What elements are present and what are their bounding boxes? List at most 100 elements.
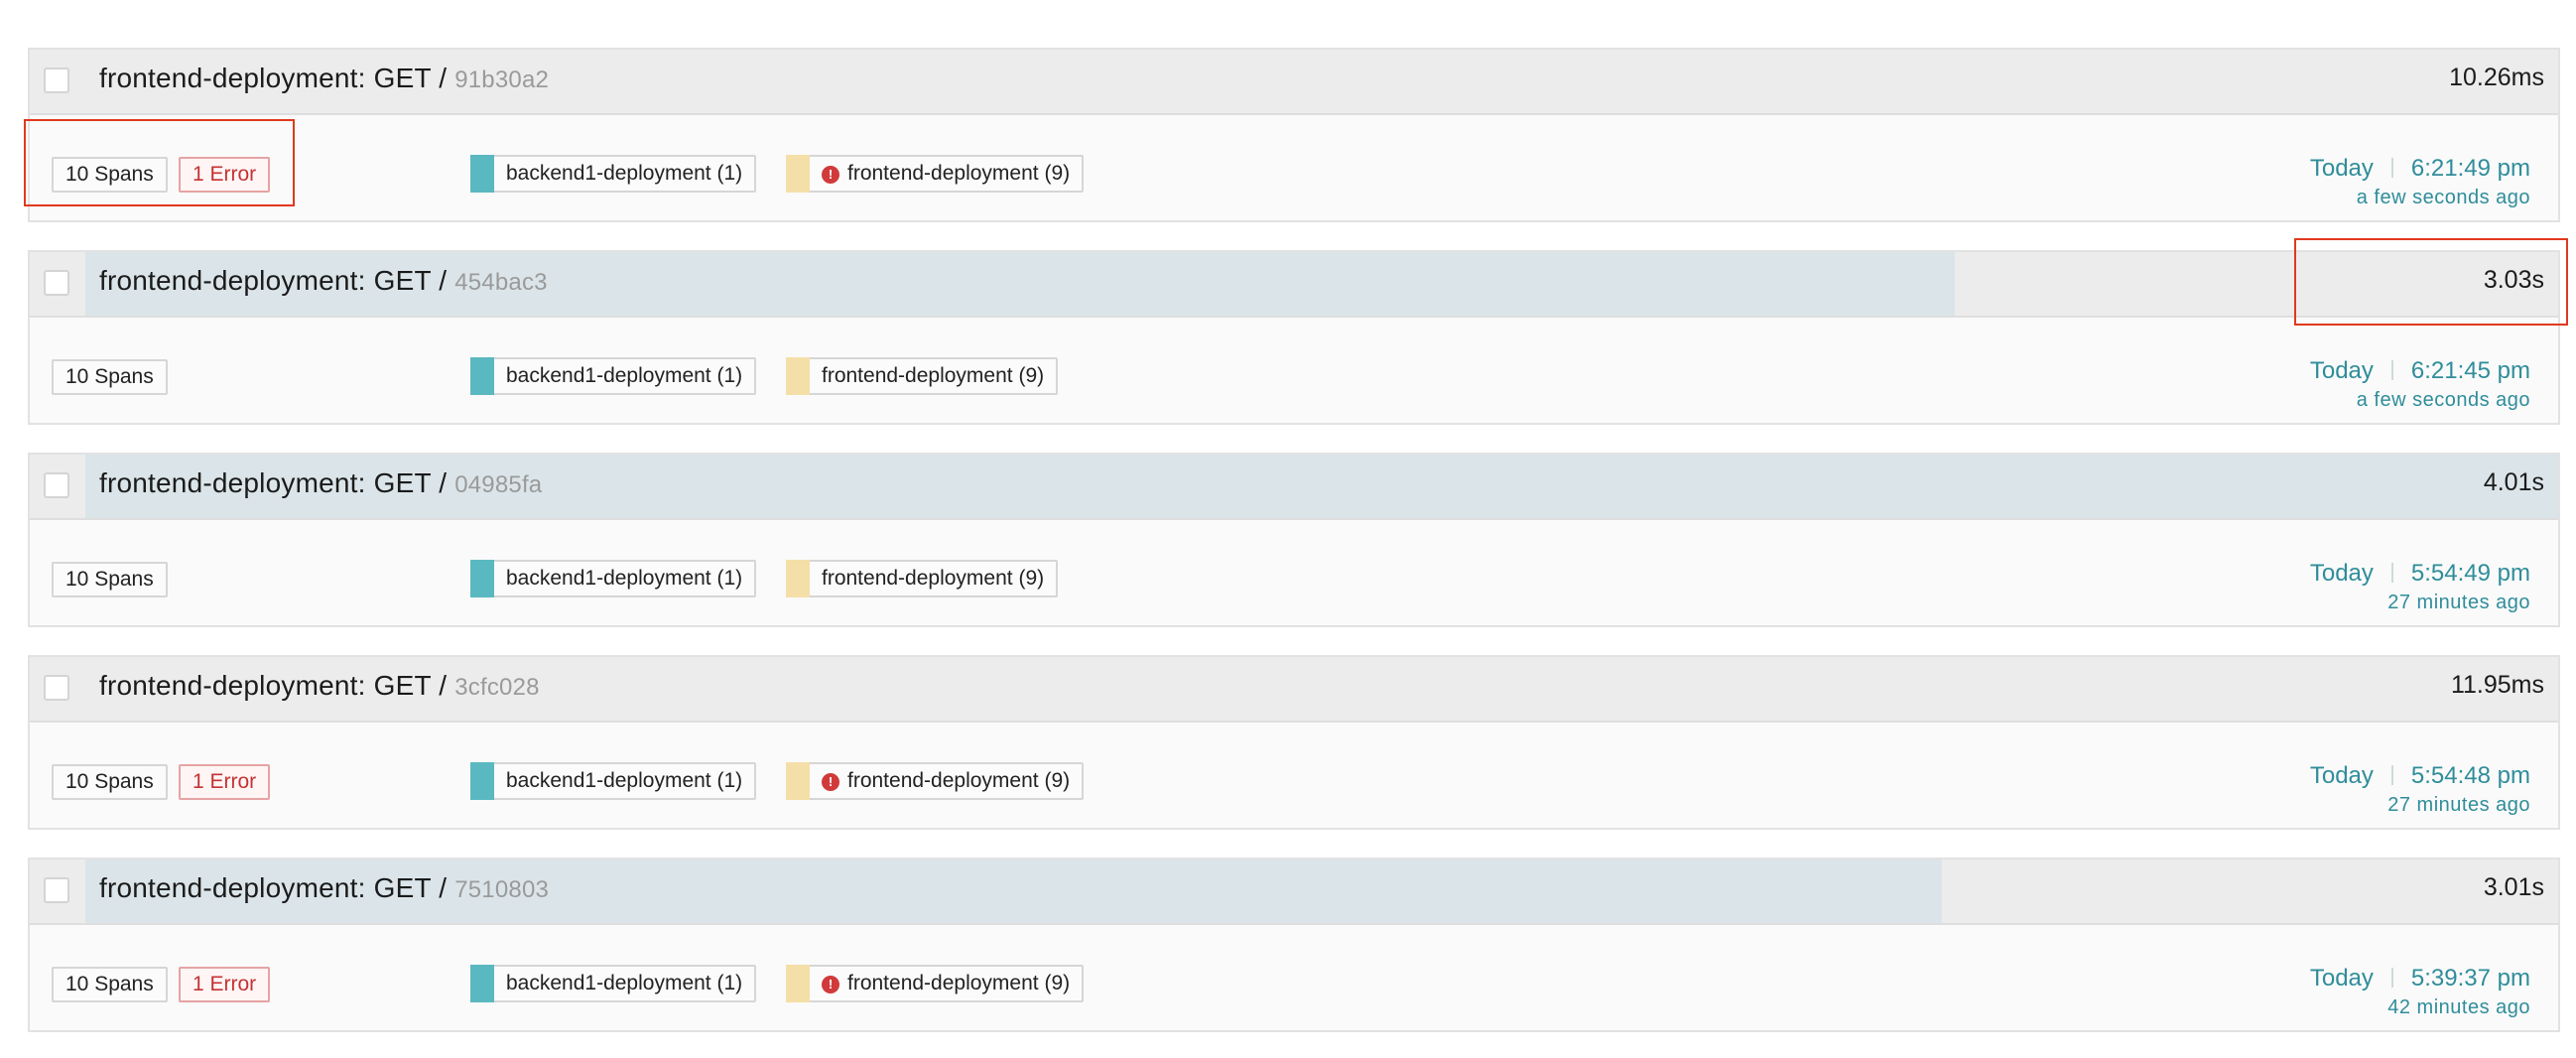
trace-title-text: frontend-deployment: GET / [99, 670, 448, 701]
trace-header[interactable]: frontend-deployment: GET /7510803 3.01s [30, 860, 2558, 925]
trace-timestamp: Today 5:39:37 pm 42 minutes ago [2310, 965, 2530, 1019]
service-name: backend1-deployment (1) [506, 162, 743, 185]
trace-duration: 3.01s [2483, 873, 2544, 901]
trace-item[interactable]: frontend-deployment: GET /454bac3 3.03s 10… [28, 250, 2560, 425]
trace-timestamp: Today 6:21:45 pm a few seconds ago [2310, 357, 2530, 412]
trace-title[interactable]: frontend-deployment: GET /3cfc028 [99, 670, 540, 702]
service-name: frontend-deployment (9) [822, 567, 1045, 590]
spans-count-badge: 10 Spans [52, 359, 168, 395]
timestamp-line: Today 5:54:49 pm [2310, 560, 2530, 588]
trace-time: 5:54:48 pm [2410, 762, 2530, 789]
trace-title-text: frontend-deployment: GET / [99, 467, 448, 498]
service-name: frontend-deployment (9) [847, 769, 1071, 792]
service-color-swatch [470, 155, 494, 193]
annotation-highlight-duration [2294, 238, 2568, 326]
service-color-swatch [470, 762, 494, 800]
trace-date: Today [2309, 762, 2374, 789]
service-name: backend1-deployment (1) [506, 567, 743, 590]
service-color-swatch [786, 965, 810, 1002]
spans-count-badge: 10 Spans [52, 967, 168, 1002]
service-tag: frontend-deployment (9) [786, 560, 1059, 597]
select-checkbox[interactable] [44, 675, 69, 701]
trace-title-text: frontend-deployment: GET / [99, 872, 448, 903]
trace-header[interactable]: frontend-deployment: GET /04985fa 4.01s [30, 455, 2558, 520]
trace-relative-time: a few seconds ago [2356, 389, 2530, 411]
timestamp-divider [2390, 968, 2393, 988]
service-color-swatch [470, 560, 494, 597]
trace-title[interactable]: frontend-deployment: GET /04985fa [99, 467, 542, 499]
trace-id: 3cfc028 [454, 674, 540, 701]
annotation-highlight-badges [24, 119, 295, 206]
trace-timestamp: Today 5:54:48 pm 27 minutes ago [2310, 762, 2530, 817]
trace-date: Today [2309, 155, 2374, 182]
trace-id: 04985fa [454, 471, 543, 498]
trace-header[interactable]: frontend-deployment: GET /3cfc028 11.95ms [30, 657, 2558, 723]
trace-item[interactable]: frontend-deployment: GET /04985fa 4.01s 10… [28, 453, 2560, 627]
service-tag: ! frontend-deployment (9) [786, 965, 1085, 1002]
trace-duration: 11.95ms [2450, 671, 2544, 699]
trace-time: 6:21:49 pm [2410, 155, 2530, 182]
trace-id: 454bac3 [454, 269, 548, 296]
service-tag: frontend-deployment (9) [786, 357, 1059, 395]
trace-date: Today [2309, 965, 2374, 992]
service-name: frontend-deployment (9) [847, 162, 1071, 185]
service-tag: backend1-deployment (1) [470, 155, 757, 193]
trace-relative-time: 27 minutes ago [2387, 592, 2530, 613]
spans-count-badge: 10 Spans [52, 764, 168, 800]
error-icon: ! [822, 773, 839, 791]
timestamp-line: Today 5:39:37 pm [2310, 965, 2530, 992]
service-color-swatch [786, 560, 810, 597]
trace-time: 6:21:45 pm [2410, 357, 2530, 384]
service-tag: ! frontend-deployment (9) [786, 762, 1085, 800]
service-color-swatch [786, 357, 810, 395]
trace-header[interactable]: frontend-deployment: GET /454bac3 3.03s [30, 252, 2558, 318]
trace-relative-time: 42 minutes ago [2387, 996, 2530, 1018]
error-count-badge: 1 Error [179, 764, 271, 800]
service-color-swatch [470, 357, 494, 395]
trace-item[interactable]: frontend-deployment: GET /91b30a2 10.26ms… [28, 48, 2560, 222]
error-icon: ! [822, 976, 839, 993]
timestamp-divider [2390, 765, 2393, 785]
trace-relative-time: 27 minutes ago [2387, 794, 2530, 816]
service-tag: backend1-deployment (1) [470, 357, 757, 395]
timestamp-divider [2390, 563, 2393, 583]
trace-date: Today [2309, 560, 2374, 587]
service-name: frontend-deployment (9) [847, 972, 1071, 994]
trace-date: Today [2309, 357, 2374, 384]
trace-header[interactable]: frontend-deployment: GET /91b30a2 10.26ms [30, 50, 2558, 115]
trace-title[interactable]: frontend-deployment: GET /91b30a2 [99, 63, 549, 94]
service-tag: backend1-deployment (1) [470, 560, 757, 597]
trace-title[interactable]: frontend-deployment: GET /7510803 [99, 872, 549, 904]
service-color-swatch [470, 965, 494, 1002]
error-count-badge: 1 Error [179, 967, 271, 1002]
service-name: backend1-deployment (1) [506, 769, 743, 792]
timestamp-line: Today 5:54:48 pm [2310, 762, 2530, 790]
select-checkbox[interactable] [44, 877, 69, 903]
service-tag: ! frontend-deployment (9) [786, 155, 1085, 193]
service-name: backend1-deployment (1) [506, 972, 743, 994]
timestamp-line: Today 6:21:49 pm [2310, 155, 2530, 183]
trace-timestamp: Today 5:54:49 pm 27 minutes ago [2310, 560, 2530, 614]
timestamp-divider [2390, 158, 2393, 178]
trace-title[interactable]: frontend-deployment: GET /454bac3 [99, 265, 548, 297]
trace-duration: 10.26ms [2449, 64, 2544, 91]
trace-id: 7510803 [454, 876, 550, 903]
trace-item[interactable]: frontend-deployment: GET /3cfc028 11.95ms… [28, 655, 2560, 830]
trace-time: 5:54:49 pm [2410, 560, 2530, 587]
trace-item[interactable]: frontend-deployment: GET /7510803 3.01s 10… [28, 858, 2560, 1032]
select-checkbox[interactable] [44, 472, 69, 498]
trace-time: 5:39:37 pm [2410, 965, 2530, 992]
spans-count-badge: 10 Spans [52, 562, 168, 597]
service-color-swatch [786, 155, 810, 193]
trace-timestamp: Today 6:21:49 pm a few seconds ago [2310, 155, 2530, 209]
service-name: backend1-deployment (1) [506, 364, 743, 387]
select-checkbox[interactable] [44, 67, 69, 93]
trace-title-text: frontend-deployment: GET / [99, 265, 448, 296]
service-name: frontend-deployment (9) [822, 364, 1045, 387]
error-icon: ! [822, 166, 839, 184]
timestamp-divider [2390, 360, 2393, 380]
timestamp-line: Today 6:21:45 pm [2310, 357, 2530, 385]
trace-duration: 4.01s [2483, 468, 2544, 496]
service-tag: backend1-deployment (1) [470, 762, 757, 800]
select-checkbox[interactable] [44, 270, 69, 296]
